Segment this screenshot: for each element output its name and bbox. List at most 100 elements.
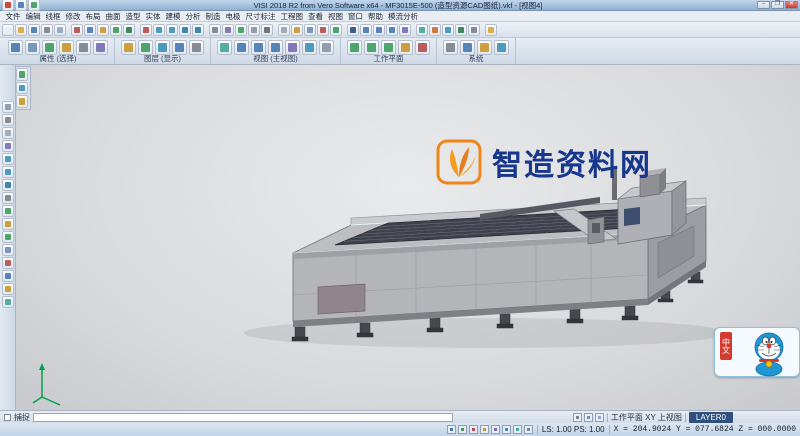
menu-item-工程图[interactable]: 工程图 [278,11,306,22]
surface-tool-icon[interactable] [416,23,428,36]
wireframe-mode-icon[interactable] [1,114,14,126]
quick-undo-icon[interactable] [28,0,40,11]
cut-icon[interactable] [71,23,83,36]
menu-item-查看[interactable]: 查看 [306,11,326,22]
snap-perpendicular-icon[interactable] [501,425,511,434]
ortho-toggle-icon[interactable] [572,412,582,422]
undo-icon[interactable] [110,23,122,36]
menu-item-线框[interactable]: 线框 [43,11,63,22]
previous-view-icon[interactable] [1,205,14,217]
menu-item-编辑[interactable]: 编辑 [23,11,43,22]
snap-tangent-icon[interactable] [512,425,522,434]
view-front-icon[interactable] [251,40,266,55]
rail-zoom-all-icon[interactable] [1,179,14,191]
menu-item-制造[interactable]: 制造 [203,11,223,22]
snap-midpoint-icon[interactable] [457,425,467,434]
save-file-icon[interactable] [28,23,40,36]
redo-icon[interactable] [123,23,135,36]
view-side-icon[interactable] [268,40,283,55]
menu-item-曲面[interactable]: 曲面 [103,11,123,22]
menu-item-模流分析[interactable]: 模流分析 [386,11,421,22]
print-preview-icon[interactable] [54,23,66,36]
snap-endpoint-icon[interactable] [446,425,456,434]
pick-all-icon[interactable] [16,95,28,108]
layer-freeze-icon[interactable] [155,40,170,55]
line-tool-icon[interactable] [360,23,372,36]
workplane-xy-icon[interactable] [347,40,362,55]
system-info-icon[interactable] [494,40,509,55]
rail-pan-icon[interactable] [1,192,14,204]
circle-tool-icon[interactable] [386,23,398,36]
copy-icon[interactable] [84,23,96,36]
measure-tool-icon[interactable] [442,23,454,36]
view-top-icon[interactable] [234,40,249,55]
menu-item-布局[interactable]: 布局 [83,11,103,22]
active-layer-badge[interactable]: LAYER0 [688,411,733,423]
viewport-3d[interactable]: 智造资料网 中文 [16,65,800,410]
print-icon[interactable] [41,23,53,36]
measure-icon[interactable] [1,270,14,282]
view-shade-icon[interactable] [319,40,334,55]
layer-visibility-icon[interactable] [138,40,153,55]
hidden-line-mode-icon[interactable] [1,127,14,139]
menu-item-造型[interactable]: 造型 [123,11,143,22]
refresh-icon[interactable] [235,23,247,36]
snap-grid-icon[interactable] [523,425,533,434]
layers-panel-icon[interactable] [1,218,14,230]
workplane-3point-icon[interactable] [398,40,413,55]
view-iso-icon[interactable] [217,40,232,55]
match-properties-icon[interactable] [93,40,108,55]
select-arrow-icon[interactable] [8,40,23,55]
zoom-window-icon[interactable] [179,23,191,36]
solid-tool-icon[interactable] [429,23,441,36]
open-file-icon[interactable] [15,23,27,36]
help-icon[interactable] [485,23,497,36]
system-database-icon[interactable] [460,40,475,55]
shade-mode-icon[interactable] [1,101,14,113]
rail-zoom-out-icon[interactable] [1,166,14,178]
maximize-button[interactable]: ❐ [771,1,784,9]
workplane-xz-icon[interactable] [364,40,379,55]
hidden-line-icon[interactable] [278,23,290,36]
annotate-icon[interactable] [1,283,14,295]
polar-toggle-icon[interactable] [583,412,593,422]
select-color-icon[interactable] [59,40,74,55]
zoom-out-icon[interactable] [166,23,178,36]
zoom-fit-icon[interactable] [192,23,204,36]
grid-icon[interactable] [1,244,14,256]
command-input[interactable] [33,412,453,422]
snap-center-icon[interactable] [468,425,478,434]
workplane-icon[interactable] [330,23,342,36]
menu-item-文件[interactable]: 文件 [3,11,23,22]
select-chain-icon[interactable] [42,40,57,55]
zoom-in-icon[interactable] [153,23,165,36]
view-zoom-fit-icon[interactable] [302,40,317,55]
workplane-reset-icon[interactable] [415,40,430,55]
paste-icon[interactable] [97,23,109,36]
quick-save-icon[interactable] [15,0,27,11]
workplane-toggle-icon[interactable] [1,231,14,243]
new-file-icon[interactable] [2,23,14,36]
layer-filter-icon[interactable] [189,40,204,55]
menu-item-修改[interactable]: 修改 [63,11,83,22]
snap-checkbox[interactable] [4,413,11,421]
menu-item-视图[interactable]: 视图 [326,11,346,22]
menu-item-窗口[interactable]: 窗口 [346,11,366,22]
select-window-icon[interactable] [25,40,40,55]
snap-quadrant-icon[interactable] [479,425,489,434]
layer-manager-icon[interactable] [291,23,303,36]
layer-new-icon[interactable] [172,40,187,55]
minimize-button[interactable]: – [757,1,770,9]
machine-3d-model[interactable] [16,65,800,410]
snap-intersection-icon[interactable] [490,425,500,434]
workplane-status[interactable]: 工作平面 XY 上视图 [611,412,682,423]
snap-icon[interactable] [1,257,14,269]
calculator-icon[interactable] [468,23,480,36]
menu-item-帮助[interactable]: 帮助 [366,11,386,22]
menu-item-实体[interactable]: 实体 [143,11,163,22]
curve-tool-icon[interactable] [399,23,411,36]
app-logo-icon[interactable] [2,0,14,11]
properties-icon[interactable] [76,40,91,55]
close-button[interactable]: ✕ [785,1,798,9]
view-rotate-icon[interactable] [285,40,300,55]
